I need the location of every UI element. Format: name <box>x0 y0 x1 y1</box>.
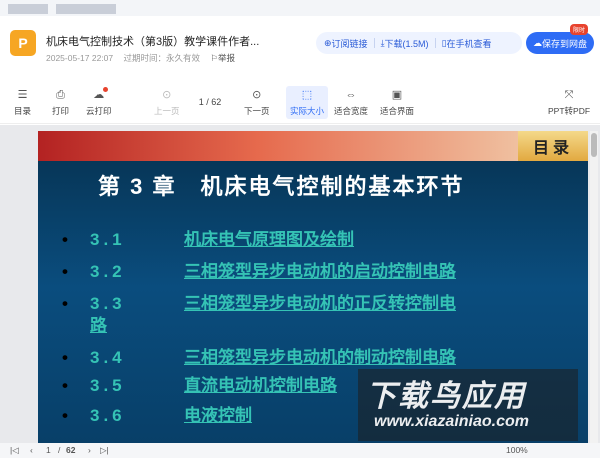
ppt-to-pdf-button[interactable]: ⤧ PPT转PDF <box>548 88 590 117</box>
toc-entry: • 3.6 电液控制 <box>62 406 252 425</box>
fit-width-button[interactable]: ⇔ 适合宽度 <box>334 88 368 117</box>
blurred-text <box>56 4 116 14</box>
slide-title: 第 3 章 机床电气控制的基本环节 <box>98 174 465 199</box>
bottom-page-total: 62 <box>66 445 76 455</box>
promo-badge: 限时 <box>570 24 589 35</box>
toc-entry: • 3.1 机床电气原理图及绘制 <box>62 230 354 249</box>
next-page-button[interactable]: ⊙ 下一页 <box>244 88 270 117</box>
watermark-url: www.xiazainiao.com <box>374 413 530 430</box>
toc-button[interactable]: ☰ 目录 <box>14 88 31 117</box>
page-separator: / <box>58 445 61 455</box>
divider <box>373 38 375 48</box>
divider <box>434 38 436 48</box>
blurred-text <box>8 4 48 14</box>
report-link[interactable]: ⚐举报 <box>210 53 243 63</box>
file-title: 机床电气控制技术（第3版）教学课件作者... <box>46 36 260 48</box>
convert-icon: ⤧ <box>564 89 574 101</box>
list-icon: ☰ <box>17 89 28 101</box>
toc-entry: • 3.4 三相笼型异步电动机的制动控制电路 <box>62 348 456 367</box>
download-button[interactable]: ⤓ 下载(1.5M) <box>381 37 429 50</box>
file-date: 2025-05-17 22:07 <box>46 53 114 63</box>
subscribe-button[interactable]: ⊕ 订阅链接 <box>324 37 368 50</box>
fit-page-icon: ▣ <box>391 89 403 101</box>
next-page-icon[interactable]: › <box>88 445 91 455</box>
zoom-level[interactable]: 100% <box>506 445 528 455</box>
action-pill: ⊕ 订阅链接 ⤓ 下载(1.5M) ▯ 在手机查看 <box>316 32 522 54</box>
viewer-toolbar: ☰ 目录 ⎙ 打印 ☁ 云打印 ⊙ 上一页 1 / 62 ⊙ 下一页 ⬚ 实际大… <box>0 84 600 124</box>
ppt-file-icon: P <box>10 30 36 56</box>
cloud-icon: ☁ <box>532 37 542 48</box>
actual-size-icon: ⬚ <box>301 89 313 101</box>
toc-entry: • 3.2 三相笼型异步电动机的启动控制电路 <box>62 262 456 281</box>
fit-width-icon: ⇔ <box>345 89 357 101</box>
cloud-print-button[interactable]: ☁ 云打印 <box>86 87 112 117</box>
last-page-icon[interactable]: ▷| <box>100 445 109 456</box>
print-button[interactable]: ⎙ 打印 <box>52 88 69 117</box>
notification-dot <box>102 87 108 92</box>
printer-icon: ⎙ <box>56 89 65 101</box>
cloud-print-icon: ☁ <box>92 87 108 102</box>
fit-page-button[interactable]: ▣ 适合界面 <box>380 88 414 117</box>
document-viewer[interactable]: 目录 第 3 章 机床电气控制的基本环节 • 3.1 机床电气原理图及绘制 • 3.2… <box>0 125 600 443</box>
arrow-up-icon: ⊙ <box>162 89 172 101</box>
first-page-icon[interactable]: |◁ <box>10 445 19 456</box>
vertical-scrollbar[interactable] <box>590 131 598 443</box>
file-meta: 2025-05-17 22:07 过期时间：永久有效 ⚐举报 <box>46 52 251 64</box>
scrollbar-thumb[interactable] <box>591 133 597 157</box>
bottom-bar: |◁ ‹ 1 / 62 › ▷| 100% <box>0 443 600 458</box>
top-bar <box>0 0 600 16</box>
actual-size-button[interactable]: ⬚ 实际大小 <box>286 86 329 119</box>
prev-page-button[interactable]: ⊙ 上一页 <box>154 88 180 117</box>
toc-entry: • 3.3 三相笼型异步电动机的正反转控制电 <box>62 294 456 313</box>
view-on-phone-button[interactable]: ▯ 在手机查看 <box>442 37 492 50</box>
slide-header-band: 目录 <box>38 131 588 161</box>
report-label: 举报 <box>218 53 236 63</box>
link-icon: ⊕ <box>324 37 332 48</box>
prev-page-icon[interactable]: ‹ <box>30 445 33 455</box>
file-expiry: 过期时间：永久有效 <box>123 53 201 63</box>
watermark-title: 下载鸟应用 <box>366 380 526 413</box>
bottom-page-current[interactable]: 1 <box>46 445 51 455</box>
toc-entry: • 3.5 直流电动机控制电路 <box>62 376 337 395</box>
watermark: 下载鸟应用 www.xiazainiao.com <box>358 369 578 441</box>
arrow-down-icon: ⊙ <box>252 89 262 101</box>
toc-entry-continuation: 路 <box>90 316 107 335</box>
save-to-cloud-button[interactable]: ☁ 保存到网盘 <box>526 32 594 54</box>
file-header: P 机床电气控制技术（第3版）教学课件作者... 2025-05-17 22:0… <box>0 20 600 72</box>
page-indicator[interactable]: 1 / 62 <box>188 94 232 110</box>
slide-corner-label: 目录 <box>518 131 588 161</box>
